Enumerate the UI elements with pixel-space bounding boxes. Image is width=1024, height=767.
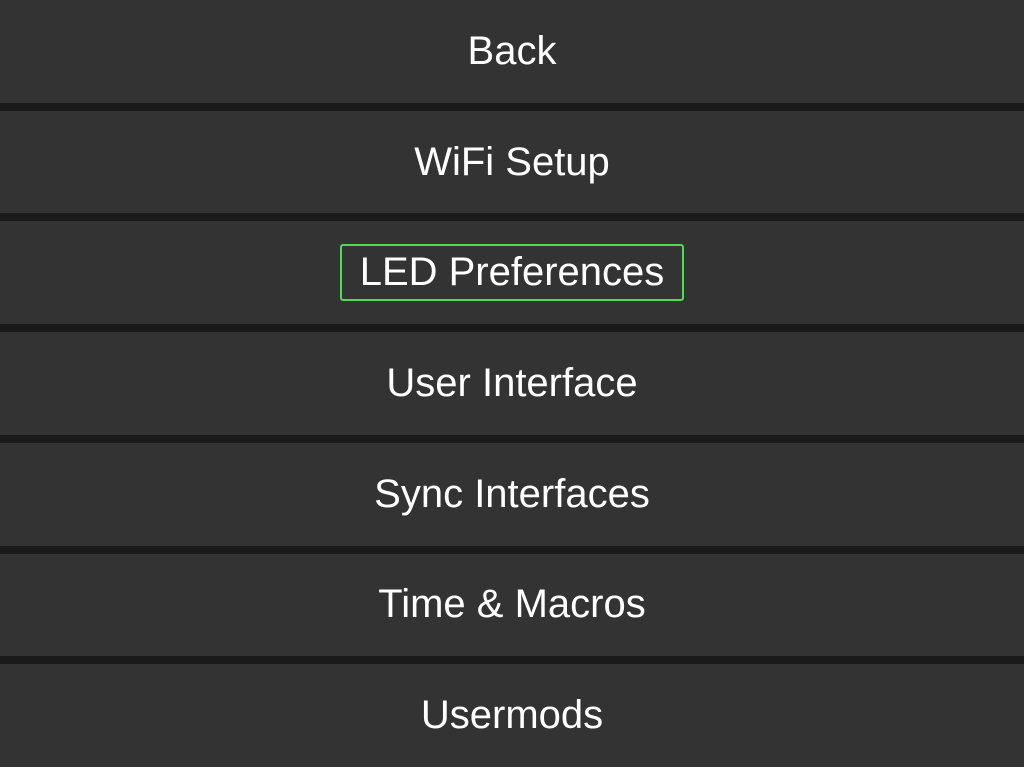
menu-item-sync-interfaces[interactable]: Sync Interfaces (0, 443, 1024, 546)
menu-item-label: User Interface (368, 357, 655, 410)
menu-item-usermods[interactable]: Usermods (0, 664, 1024, 767)
menu-item-label: Time & Macros (360, 578, 663, 631)
menu-item-user-interface[interactable]: User Interface (0, 332, 1024, 435)
menu-item-label: Usermods (403, 689, 621, 742)
menu-item-label: Back (450, 25, 575, 78)
menu-item-back[interactable]: Back (0, 0, 1024, 103)
settings-menu: Back WiFi Setup LED Preferences User Int… (0, 0, 1024, 767)
menu-item-label: LED Preferences (340, 244, 685, 301)
menu-item-label: Sync Interfaces (356, 468, 668, 521)
menu-item-wifi-setup[interactable]: WiFi Setup (0, 111, 1024, 214)
menu-item-led-preferences[interactable]: LED Preferences (0, 221, 1024, 324)
menu-item-time-macros[interactable]: Time & Macros (0, 554, 1024, 657)
menu-item-label: WiFi Setup (396, 136, 628, 189)
